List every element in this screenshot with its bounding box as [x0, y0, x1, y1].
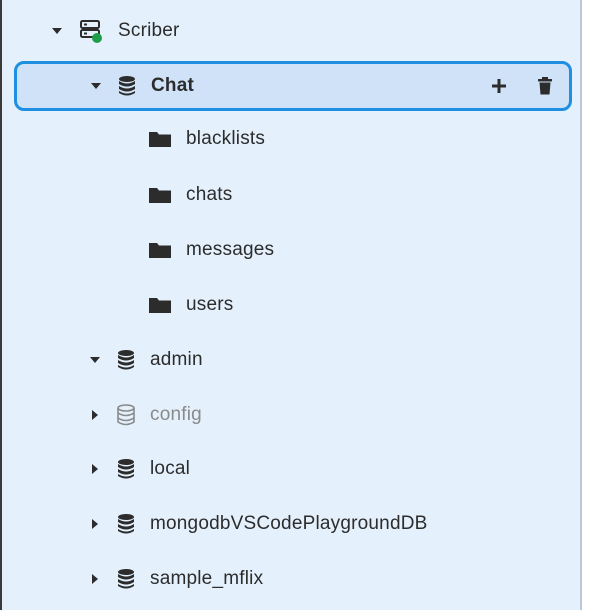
tree-item-collection-users[interactable]: users [2, 279, 580, 331]
tree-item-collection-blacklists[interactable]: blacklists [2, 113, 580, 165]
chevron-down-icon[interactable] [89, 79, 103, 93]
tree-item-collection-chats[interactable]: chats [2, 169, 580, 221]
tree-item-label: Scriber [118, 20, 180, 41]
tree-item-label: chats [186, 184, 233, 205]
chevron-right-icon[interactable] [88, 517, 102, 531]
tree-item-label: users [186, 294, 234, 315]
database-icon [116, 568, 136, 590]
tree-item-database-mongodbvscodeplaygrounddb[interactable]: mongodbVSCodePlaygroundDB [2, 498, 580, 550]
chevron-right-icon[interactable] [88, 408, 102, 422]
tree-item-label: blacklists [186, 128, 266, 149]
chevron-right-icon[interactable] [88, 572, 102, 586]
folder-icon [148, 240, 172, 260]
tree-item-connection-scriber[interactable]: Scriber [2, 5, 580, 57]
chevron-down-icon[interactable] [50, 24, 64, 38]
tree-item-label: mongodbVSCodePlaygroundDB [150, 513, 428, 534]
folder-icon [148, 185, 172, 205]
tree-item-label: admin [150, 349, 203, 370]
database-icon [116, 458, 136, 480]
tree-item-label: sample_mflix [150, 568, 264, 589]
database-outline-icon [116, 404, 136, 426]
tree-item-label: config [150, 404, 202, 425]
database-explorer-tree: Scriber Chat blacklists chats messages u… [0, 0, 582, 610]
folder-icon [148, 295, 172, 315]
plus-icon [492, 79, 506, 93]
folder-icon [148, 129, 172, 149]
server-connected-icon [78, 18, 104, 44]
tree-item-actions [489, 64, 555, 108]
chevron-right-icon[interactable] [88, 462, 102, 476]
tree-item-label: messages [186, 239, 275, 260]
tree-item-database-config[interactable]: config [2, 389, 580, 441]
tree-item-database-chat[interactable]: Chat [14, 61, 572, 111]
chevron-down-icon[interactable] [88, 353, 102, 367]
database-icon [116, 513, 136, 535]
database-icon [116, 349, 136, 371]
tree-item-label: local [150, 458, 191, 479]
add-collection-button[interactable] [489, 76, 509, 96]
tree-item-label: Chat [151, 75, 195, 96]
trash-icon [538, 77, 552, 95]
tree-item-database-sample-mflix[interactable]: sample_mflix [2, 553, 580, 605]
tree-item-collection-messages[interactable]: messages [2, 224, 580, 276]
tree-item-database-local[interactable]: local [2, 443, 580, 495]
database-icon [117, 75, 137, 97]
delete-database-button[interactable] [535, 76, 555, 96]
tree-item-database-admin[interactable]: admin [2, 334, 580, 386]
